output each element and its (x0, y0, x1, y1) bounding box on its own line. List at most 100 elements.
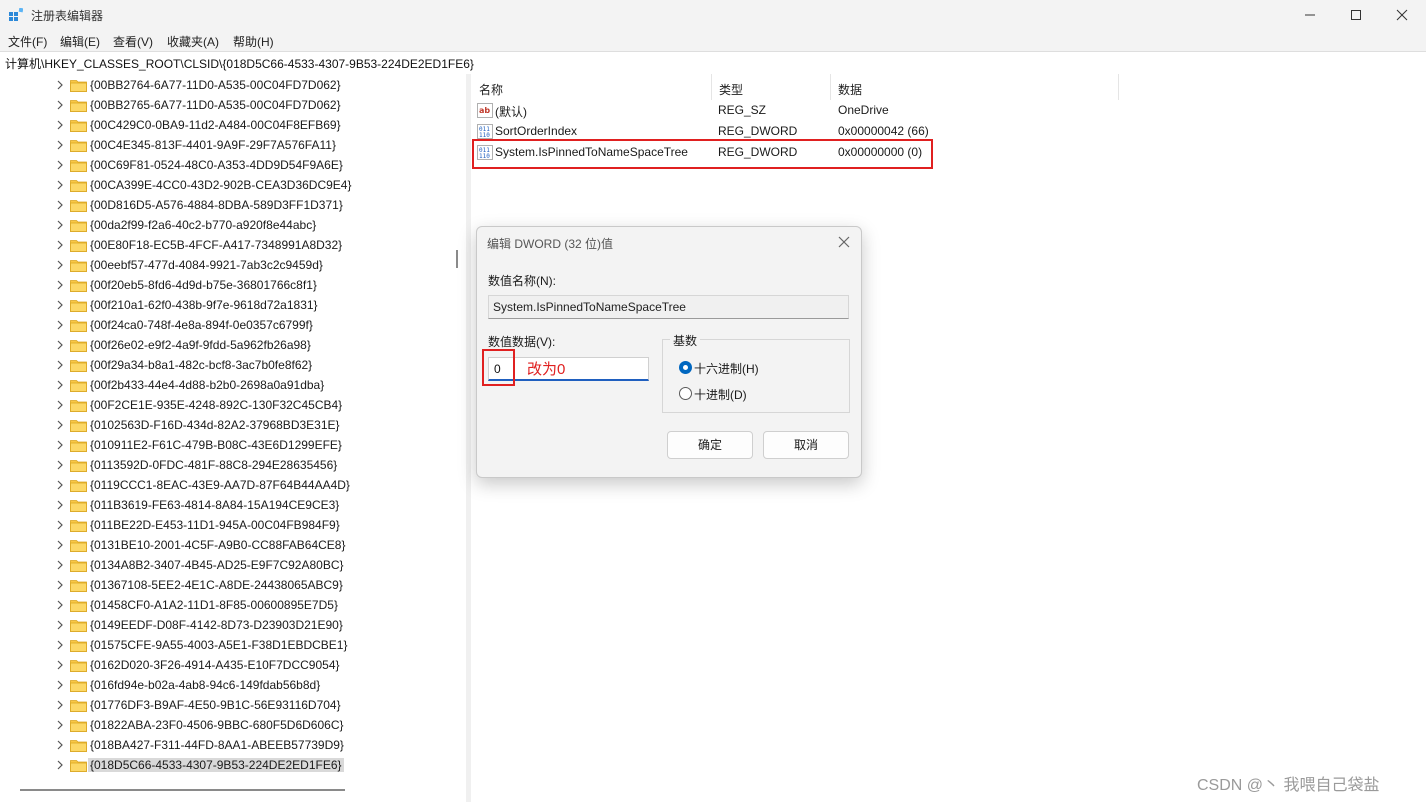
chevron-right-icon[interactable] (56, 100, 64, 110)
tree-item[interactable]: {00f210a1-62f0-438b-9f7e-9618d72a1831} (0, 295, 450, 315)
column-header-data[interactable]: 数据 (830, 74, 1119, 100)
chevron-right-icon[interactable] (56, 340, 64, 350)
key-tree-pane[interactable]: {00BB2764-6A77-11D0-A535-00C04FD7D062} {0… (0, 74, 466, 802)
tree-item-label[interactable]: {00f210a1-62f0-438b-9f7e-9618d72a1831} (88, 298, 320, 312)
tree-horizontal-scrollbar[interactable] (20, 789, 345, 791)
chevron-right-icon[interactable] (56, 140, 64, 150)
tree-item[interactable]: {0149EEDF-D08F-4142-8D73-D23903D21E90} (0, 615, 450, 635)
tree-item[interactable]: {00E80F18-EC5B-4FCF-A417-7348991A8D32} (0, 235, 450, 255)
chevron-right-icon[interactable] (56, 700, 64, 710)
chevron-right-icon[interactable] (56, 740, 64, 750)
address-path[interactable]: 计算机\HKEY_CLASSES_ROOT\CLSID\{018D5C66-45… (5, 55, 474, 72)
close-button[interactable] (1379, 0, 1425, 30)
chevron-right-icon[interactable] (56, 300, 64, 310)
tree-item-label[interactable]: {0134A8B2-3407-4B45-AD25-E9F7C92A80BC} (88, 558, 346, 572)
tree-item-label[interactable]: {01367108-5EE2-4E1C-A8DE-24438065ABC9} (88, 578, 345, 592)
chevron-right-icon[interactable] (56, 560, 64, 570)
tree-item[interactable]: {010911E2-F61C-479B-B08C-43E6D1299EFE} (0, 435, 450, 455)
tree-item[interactable]: {0113592D-0FDC-481F-88C8-294E28635456} (0, 455, 450, 475)
column-header-name[interactable]: 名称 (471, 74, 712, 100)
tree-item-label[interactable]: {018BA427-F311-44FD-8AA1-ABEEB57739D9} (88, 738, 346, 752)
chevron-right-icon[interactable] (56, 180, 64, 190)
tree-item[interactable]: {00f29a34-b8a1-482c-bcf8-3ac7b0fe8f62} (0, 355, 450, 375)
chevron-right-icon[interactable] (56, 240, 64, 250)
cancel-button[interactable]: 取消 (763, 431, 849, 459)
tree-item[interactable]: {0131BE10-2001-4C5F-A9B0-CC88FAB64CE8} (0, 535, 450, 555)
chevron-right-icon[interactable] (56, 500, 64, 510)
chevron-right-icon[interactable] (56, 200, 64, 210)
tree-item[interactable]: {01822ABA-23F0-4506-9BBC-680F5D6D606C} (0, 715, 450, 735)
tree-item-label[interactable]: {01575CFE-9A55-4003-A5E1-F38D1EBDCBE1} (88, 638, 349, 652)
tree-item-label[interactable]: {00f24ca0-748f-4e8a-894f-0e0357c6799f} (88, 318, 315, 332)
tree-item-label[interactable]: {010911E2-F61C-479B-B08C-43E6D1299EFE} (88, 438, 344, 452)
chevron-right-icon[interactable] (56, 580, 64, 590)
tree-item-label[interactable]: {00da2f99-f2a6-40c2-b770-a920f8e44abc} (88, 218, 318, 232)
chevron-right-icon[interactable] (56, 380, 64, 390)
tree-item-label[interactable]: {00f26e02-e9f2-4a9f-9fdd-5a962fb26a98} (88, 338, 313, 352)
chevron-right-icon[interactable] (56, 540, 64, 550)
chevron-right-icon[interactable] (56, 660, 64, 670)
chevron-right-icon[interactable] (56, 320, 64, 330)
tree-item-label[interactable]: {00f20eb5-8fd6-4d9d-b75e-36801766c8f1} (88, 278, 319, 292)
tree-item[interactable]: {01367108-5EE2-4E1C-A8DE-24438065ABC9} (0, 575, 450, 595)
radio-dec[interactable] (679, 387, 692, 400)
tree-item[interactable]: {00da2f99-f2a6-40c2-b770-a920f8e44abc} (0, 215, 450, 235)
tree-item-label[interactable]: {00C69F81-0524-48C0-A353-4DD9D54F9A6E} (88, 158, 345, 172)
radio-dec-label[interactable]: 十进制(D) (694, 386, 747, 403)
tree-item[interactable]: {00D816D5-A576-4884-8DBA-589D3FF1D371} (0, 195, 450, 215)
tree-item-label[interactable]: {011BE22D-E453-11D1-945A-00C04FB984F9} (88, 518, 342, 532)
tree-item-label[interactable]: {016fd94e-b02a-4ab8-94c6-149fdab56b8d} (88, 678, 322, 692)
column-header-type[interactable]: 类型 (711, 74, 831, 100)
chevron-right-icon[interactable] (56, 620, 64, 630)
tree-item[interactable]: {00C429C0-0BA9-11d2-A484-00C04F8EFB69} (0, 115, 450, 135)
menu-edit[interactable]: 编辑(E) (60, 33, 100, 50)
chevron-right-icon[interactable] (56, 260, 64, 270)
radio-hex-label[interactable]: 十六进制(H) (694, 360, 759, 377)
minimize-button[interactable] (1287, 0, 1333, 30)
tree-item[interactable]: {0162D020-3F26-4914-A435-E10F7DCC9054} (0, 655, 450, 675)
tree-item-label[interactable]: {00C4E345-813F-4401-9A9F-29F7A576FA11} (88, 138, 338, 152)
tree-item[interactable]: {01575CFE-9A55-4003-A5E1-F38D1EBDCBE1} (0, 635, 450, 655)
tree-item-label[interactable]: {00C429C0-0BA9-11d2-A484-00C04F8EFB69} (88, 118, 343, 132)
tree-item-label[interactable]: {01822ABA-23F0-4506-9BBC-680F5D6D606C} (88, 718, 346, 732)
tree-item-label[interactable]: {0119CCC1-8EAC-43E9-AA7D-87F64B44AA4D} (88, 478, 352, 492)
tree-item-label[interactable]: {018D5C66-4533-4307-9B53-224DE2ED1FE6} (88, 758, 344, 772)
tree-item[interactable]: {00C69F81-0524-48C0-A353-4DD9D54F9A6E} (0, 155, 450, 175)
tree-item[interactable]: {016fd94e-b02a-4ab8-94c6-149fdab56b8d} (0, 675, 450, 695)
tree-item[interactable]: {00F2CE1E-935E-4248-892C-130F32C45CB4} (0, 395, 450, 415)
chevron-right-icon[interactable] (56, 680, 64, 690)
menu-help[interactable]: 帮助(H) (233, 33, 274, 50)
chevron-right-icon[interactable] (56, 220, 64, 230)
chevron-right-icon[interactable] (56, 360, 64, 370)
tree-item[interactable]: {00f2b433-44e4-4d88-b2b0-2698a0a91dba} (0, 375, 450, 395)
chevron-right-icon[interactable] (56, 400, 64, 410)
tree-item[interactable]: {011B3619-FE63-4814-8A84-15A194CE9CE3} (0, 495, 450, 515)
tree-item[interactable]: {00BB2764-6A77-11D0-A535-00C04FD7D062} (0, 75, 450, 95)
chevron-right-icon[interactable] (56, 600, 64, 610)
tree-item[interactable]: {0102563D-F16D-434d-82A2-37968BD3E31E} (0, 415, 450, 435)
address-bar[interactable]: 计算机\HKEY_CLASSES_ROOT\CLSID\{018D5C66-45… (0, 51, 1426, 75)
chevron-right-icon[interactable] (56, 160, 64, 170)
tree-item[interactable]: {00CA399E-4CC0-43D2-902B-CEA3D36DC9E4} (0, 175, 450, 195)
tree-item-label[interactable]: {00BB2765-6A77-11D0-A535-00C04FD7D062} (88, 98, 343, 112)
tree-item[interactable]: {0134A8B2-3407-4B45-AD25-E9F7C92A80BC} (0, 555, 450, 575)
chevron-right-icon[interactable] (56, 640, 64, 650)
tree-item-label[interactable]: {011B3619-FE63-4814-8A84-15A194CE9CE3} (88, 498, 341, 512)
tree-item-label[interactable]: {0149EEDF-D08F-4142-8D73-D23903D21E90} (88, 618, 345, 632)
tree-item[interactable]: {00f20eb5-8fd6-4d9d-b75e-36801766c8f1} (0, 275, 450, 295)
tree-item-label[interactable]: {00D816D5-A576-4884-8DBA-589D3FF1D371} (88, 198, 345, 212)
value-row-default[interactable]: ab (默认) REG_SZ OneDrive (471, 100, 1111, 121)
ok-button[interactable]: 确定 (667, 431, 753, 459)
tree-item-label[interactable]: {00f29a34-b8a1-482c-bcf8-3ac7b0fe8f62} (88, 358, 314, 372)
tree-item-label[interactable]: {00CA399E-4CC0-43D2-902B-CEA3D36DC9E4} (88, 178, 353, 192)
tree-item[interactable]: {00f24ca0-748f-4e8a-894f-0e0357c6799f} (0, 315, 450, 335)
tree-item[interactable]: {011BE22D-E453-11D1-945A-00C04FB984F9} (0, 515, 450, 535)
value-name-field[interactable]: System.IsPinnedToNameSpaceTree (488, 295, 849, 319)
tree-item-label[interactable]: {0131BE10-2001-4C5F-A9B0-CC88FAB64CE8} (88, 538, 348, 552)
radio-hex[interactable] (679, 361, 692, 374)
chevron-right-icon[interactable] (56, 120, 64, 130)
chevron-right-icon[interactable] (56, 280, 64, 290)
tree-item-label[interactable]: {0102563D-F16D-434d-82A2-37968BD3E31E} (88, 418, 342, 432)
tree-item[interactable]: {00eebf57-477d-4084-9921-7ab3c2c9459d} (0, 255, 450, 275)
chevron-right-icon[interactable] (56, 80, 64, 90)
